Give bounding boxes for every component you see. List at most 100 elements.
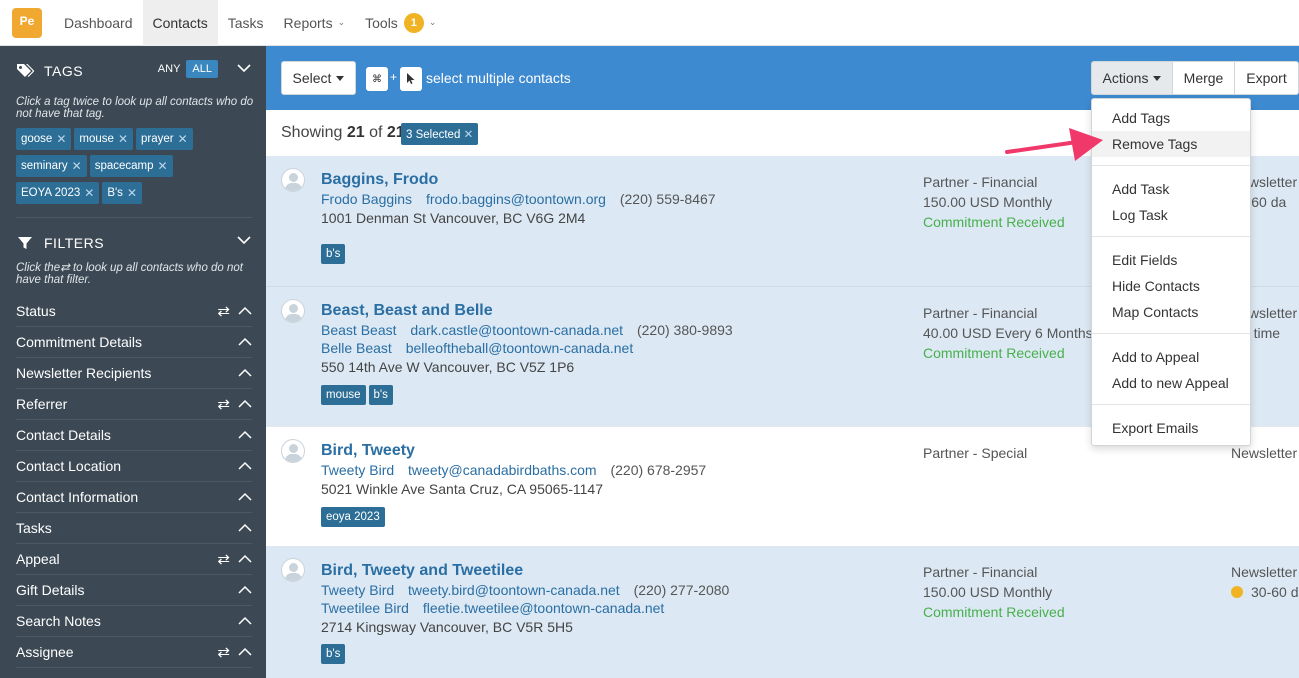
- swap-icon[interactable]: ⇄: [217, 302, 230, 320]
- nav-tools[interactable]: Tools 1 ⌄: [355, 0, 446, 46]
- filter-search-notes[interactable]: Search Notes: [16, 606, 252, 637]
- nav-contacts[interactable]: Contacts: [142, 0, 218, 46]
- contact-tag[interactable]: b's: [321, 644, 346, 664]
- contact-tag[interactable]: eoya 2023: [321, 507, 385, 527]
- export-button[interactable]: Export: [1234, 61, 1299, 95]
- selected-badge[interactable]: 3 Selected ✕: [401, 123, 479, 145]
- close-icon[interactable]: ✕: [178, 132, 188, 146]
- tag-chip[interactable]: EOYA 2023 ✕: [16, 182, 100, 204]
- chevron-up-icon[interactable]: [238, 521, 252, 535]
- chevron-up-icon[interactable]: [238, 335, 252, 349]
- contact-status: Partner - Financial 150.00 USD Monthly C…: [923, 562, 1065, 622]
- filter-tasks[interactable]: Tasks: [16, 513, 252, 544]
- tag-chip[interactable]: mouse ✕: [74, 128, 133, 150]
- swap-icon[interactable]: ⇄: [217, 643, 230, 661]
- chevron-up-icon[interactable]: [238, 583, 252, 597]
- close-icon[interactable]: ✕: [84, 186, 94, 200]
- filter-commitment-details[interactable]: Commitment Details: [16, 327, 252, 358]
- swap-icon[interactable]: ⇄: [217, 550, 230, 568]
- person-name[interactable]: Tweetilee Bird: [321, 600, 409, 616]
- filter-newsletter-recipients[interactable]: Newsletter Recipients: [16, 358, 252, 389]
- person-email[interactable]: belleoftheball@toontown-canada.net: [406, 340, 634, 356]
- chevron-up-icon[interactable]: [238, 645, 252, 659]
- person-phone: (220) 559-8467: [619, 191, 716, 207]
- contact-name[interactable]: Bird, Tweety: [321, 442, 415, 460]
- filter-contact-details[interactable]: Contact Details: [16, 420, 252, 451]
- person-email[interactable]: frodo.baggins@toontown.org: [426, 191, 606, 207]
- nav-dashboard[interactable]: Dashboard: [54, 0, 143, 46]
- menu-add-to-new-appeal[interactable]: Add to new Appeal: [1092, 370, 1250, 396]
- menu-add-to-appeal[interactable]: Add to Appeal: [1092, 344, 1250, 370]
- chevron-up-icon[interactable]: [238, 366, 252, 380]
- filter-label: Tasks: [16, 520, 52, 536]
- contact-row[interactable]: Bird, Tweety and Tweetilee Tweety Bird t…: [266, 546, 1299, 678]
- menu-export-emails[interactable]: Export Emails: [1092, 415, 1250, 441]
- menu-divider: [1092, 333, 1250, 334]
- person-name[interactable]: Belle Beast: [321, 340, 392, 356]
- contact-address: 1001 Denman St Vancouver, BC V6G 2M4: [321, 210, 586, 226]
- tag-chip[interactable]: spacecamp ✕: [89, 155, 173, 177]
- filter-referrer[interactable]: Referrer ⇄: [16, 389, 252, 420]
- filter-contact-location[interactable]: Contact Location: [16, 451, 252, 482]
- tag-chip[interactable]: goose ✕: [16, 128, 72, 150]
- menu-hide-contacts[interactable]: Hide Contacts: [1092, 273, 1250, 299]
- contact-tag[interactable]: b's: [321, 244, 346, 264]
- chevron-up-icon[interactable]: [238, 614, 252, 628]
- chevron-up-icon[interactable]: [238, 552, 252, 566]
- command-key-icon: ⌘: [366, 67, 388, 91]
- person-email[interactable]: fleetie.tweetilee@toontown-canada.net: [423, 600, 664, 616]
- tag-chip[interactable]: prayer ✕: [136, 128, 193, 150]
- chevron-up-icon[interactable]: [238, 304, 252, 318]
- contact-tags: eoya 2023: [321, 507, 388, 527]
- menu-edit-fields[interactable]: Edit Fields: [1092, 247, 1250, 273]
- close-icon[interactable]: ✕: [56, 132, 66, 146]
- close-icon[interactable]: ✕: [127, 186, 137, 200]
- actions-button[interactable]: Actions: [1091, 61, 1173, 95]
- app-logo[interactable]: Pe: [12, 7, 42, 38]
- chevron-up-icon[interactable]: [238, 397, 252, 411]
- filter-status[interactable]: Status ⇄: [16, 296, 252, 327]
- chevron-up-icon[interactable]: [238, 428, 252, 442]
- close-icon[interactable]: ✕: [118, 132, 128, 146]
- any-option[interactable]: ANY: [158, 63, 181, 75]
- tag-chip[interactable]: seminary ✕: [16, 155, 87, 177]
- swap-icon[interactable]: ⇄: [217, 395, 230, 413]
- chevron-down-icon[interactable]: [236, 60, 252, 76]
- person-name[interactable]: Tweety Bird: [321, 462, 394, 478]
- menu-log-task[interactable]: Log Task: [1092, 202, 1250, 228]
- contact-name[interactable]: Bird, Tweety and Tweetilee: [321, 562, 523, 580]
- person-email[interactable]: tweety.bird@toontown-canada.net: [408, 582, 620, 598]
- filter-contact-information[interactable]: Contact Information: [16, 482, 252, 513]
- filter-assignee[interactable]: Assignee ⇄: [16, 637, 252, 668]
- person-email[interactable]: dark.castle@toontown-canada.net: [410, 322, 623, 338]
- filter-gift-details[interactable]: Gift Details: [16, 575, 252, 606]
- close-icon[interactable]: ✕: [158, 159, 168, 173]
- menu-add-task[interactable]: Add Task: [1092, 176, 1250, 202]
- all-option[interactable]: ALL: [186, 60, 218, 78]
- person-email[interactable]: tweety@canadabirdbaths.com: [408, 462, 597, 478]
- nav-reports[interactable]: Reports ⌄: [274, 0, 356, 46]
- close-icon[interactable]: ✕: [72, 159, 82, 173]
- chevron-down-icon[interactable]: [236, 232, 252, 248]
- close-icon[interactable]: ✕: [464, 129, 474, 141]
- nav-tasks[interactable]: Tasks: [218, 0, 274, 46]
- filter-appeal[interactable]: Appeal ⇄: [16, 544, 252, 575]
- contact-tag[interactable]: b's: [368, 385, 393, 405]
- menu-map-contacts[interactable]: Map Contacts: [1092, 299, 1250, 325]
- chevron-up-icon[interactable]: [238, 459, 252, 473]
- tag-chip[interactable]: B's ✕: [102, 182, 142, 204]
- person-name[interactable]: Frodo Baggins: [321, 191, 412, 207]
- late-status-line: 30-60 da: [1231, 582, 1299, 602]
- chevron-up-icon[interactable]: [238, 490, 252, 504]
- contact-name[interactable]: Beast, Beast and Belle: [321, 302, 493, 320]
- contact-address: 2714 Kingsway Vancouver, BC V5R 5H5: [321, 619, 573, 635]
- select-button[interactable]: Select: [281, 61, 356, 95]
- menu-remove-tags[interactable]: Remove Tags: [1092, 131, 1250, 157]
- person-name[interactable]: Beast Beast: [321, 322, 397, 338]
- contact-tag[interactable]: mouse: [321, 385, 366, 405]
- merge-button[interactable]: Merge: [1172, 61, 1235, 95]
- person-name[interactable]: Tweety Bird: [321, 582, 394, 598]
- contact-name[interactable]: Baggins, Frodo: [321, 171, 438, 189]
- caret-down-icon: [336, 75, 345, 81]
- menu-add-tags[interactable]: Add Tags: [1092, 105, 1250, 131]
